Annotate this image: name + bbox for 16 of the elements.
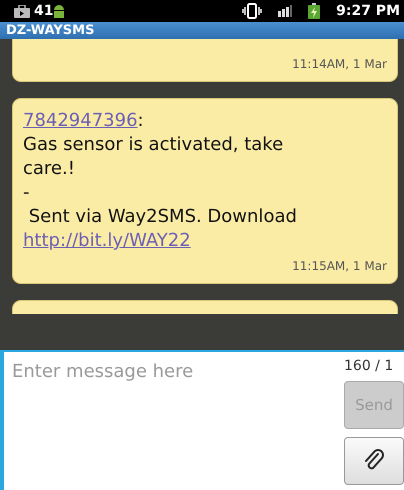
window-title: DZ-WAYSMS bbox=[0, 22, 404, 39]
message-time: 11:15AM, 1 Mar bbox=[291, 258, 387, 275]
attach-button[interactable] bbox=[344, 437, 404, 485]
briefcase-icon bbox=[14, 4, 30, 18]
phone-link[interactable]: 7842947396 bbox=[23, 110, 138, 131]
url-link[interactable]: http://bit.ly/WAY22 bbox=[23, 230, 191, 251]
message-time: 11:14AM, 1 Mar bbox=[291, 56, 387, 73]
battery-charging-icon bbox=[308, 3, 320, 19]
signal-icon bbox=[278, 5, 292, 17]
message-text: 7842947396: Gas sensor is activated, take care.! - Sent via Way2SMS. Download http://bit.ly/WAY22 bbox=[23, 109, 298, 253]
android-icon bbox=[53, 4, 66, 18]
vibrate-icon bbox=[242, 3, 262, 19]
character-counter: 160 / 1 bbox=[344, 357, 394, 376]
notification-text: 41 bbox=[34, 2, 54, 20]
message-input[interactable]: Enter message here bbox=[4, 352, 344, 490]
clock-time: 9:27 PM bbox=[336, 2, 400, 20]
